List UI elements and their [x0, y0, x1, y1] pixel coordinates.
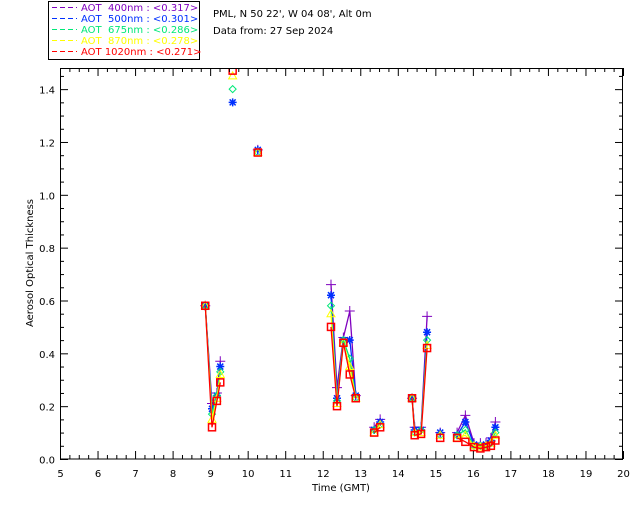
x-tick-label: 5	[57, 469, 63, 480]
plot-frame	[60, 68, 623, 460]
diamond-marker	[228, 84, 237, 94]
x-tick-label: 11	[279, 469, 292, 480]
plus-marker	[422, 311, 433, 322]
x-tick-label: 10	[242, 469, 255, 480]
x-tick-label: 20	[617, 469, 630, 480]
x-tick-label: 7	[132, 469, 138, 480]
y-tick-label: 1.4	[39, 86, 55, 97]
x-tick-label: 9	[207, 469, 213, 480]
x-axis-label: Time (GMT)	[311, 483, 370, 494]
x-tick-label: 19	[580, 469, 593, 480]
asterisk-marker	[423, 328, 432, 337]
asterisk-marker	[326, 291, 335, 300]
asterisk-marker	[461, 418, 470, 427]
series-asterisk	[201, 98, 500, 450]
x-tick-label: 17	[505, 469, 518, 480]
x-tick-label: 8	[170, 469, 176, 480]
x-tick-label: 6	[95, 469, 101, 480]
y-tick-label: 0.8	[39, 244, 55, 255]
y-tick-label: 1.0	[39, 191, 55, 202]
x-tick-label: 16	[467, 469, 480, 480]
series-plus	[200, 52, 501, 449]
series-triangle	[200, 70, 501, 451]
asterisk-marker	[228, 98, 237, 107]
y-tick-label: 0.4	[39, 350, 55, 361]
legend-entry: AOT 870nm : <0.278>	[81, 36, 198, 47]
x-tick-label: 15	[429, 469, 442, 480]
plus-marker	[344, 306, 355, 317]
series-diamond	[201, 84, 500, 450]
asterisk-marker	[491, 423, 500, 432]
asterisk-marker	[216, 362, 225, 371]
y-tick-label: 1.2	[39, 138, 55, 149]
location-text: PML, N 50 22', W 04 08', Alt 0m	[213, 9, 372, 20]
legend-entry: AOT 675nm : <0.286>	[81, 25, 198, 36]
x-tick-label: 14	[392, 469, 405, 480]
x-tick-label: 18	[542, 469, 555, 480]
y-axis-label: Aerosol Optical Thickness	[25, 199, 36, 327]
legend-entry: AOT 500nm : <0.301>	[81, 14, 198, 25]
legend-entry: AOT 1020nm : <0.271>	[81, 47, 201, 58]
x-tick-label: 13	[354, 469, 367, 480]
aot-chart: AOT 400nm : <0.317>AOT 500nm : <0.301>AO…	[25, 1, 630, 494]
date-text: Data from: 27 Sep 2024	[213, 26, 333, 37]
y-tick-label: 0.2	[39, 403, 55, 414]
plus-marker	[228, 52, 238, 62]
plus-marker	[325, 279, 336, 290]
x-tick-label: 12	[317, 469, 330, 480]
y-tick-label: 0.0	[39, 456, 55, 467]
y-tick-label: 0.6	[39, 297, 55, 308]
series-square	[201, 68, 500, 453]
legend-entry: AOT 400nm : <0.317>	[81, 3, 198, 14]
